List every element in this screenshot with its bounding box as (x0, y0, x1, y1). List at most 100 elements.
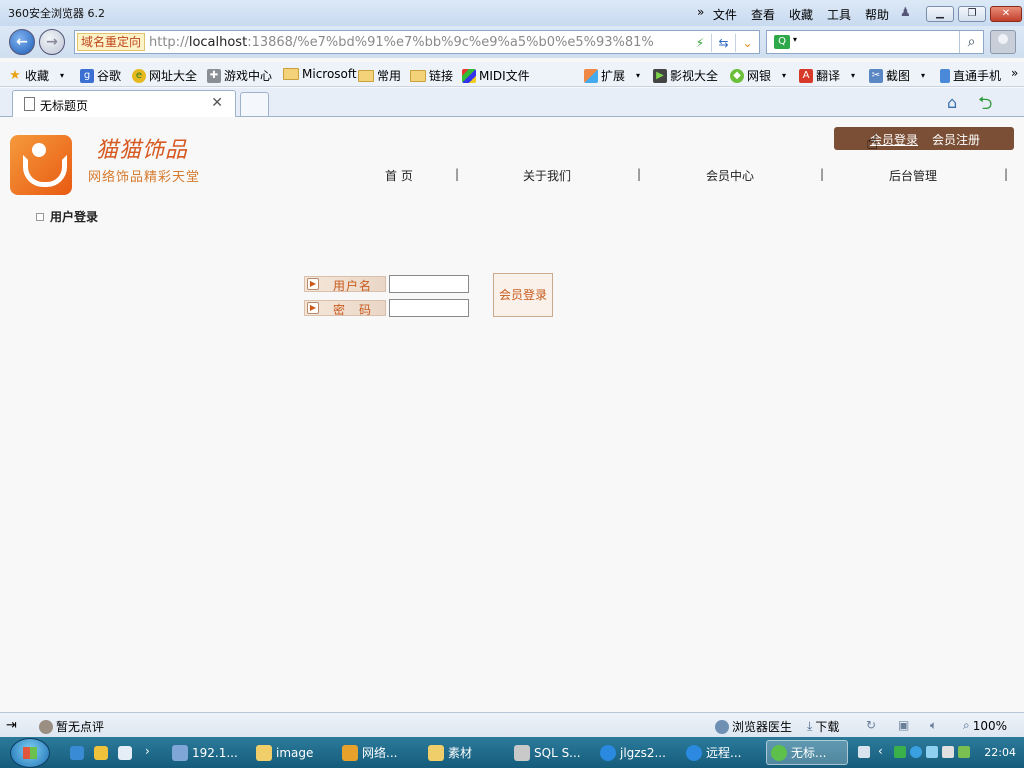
explorer-icon[interactable] (94, 746, 108, 760)
title-bar: 360安全浏览器 6.2 » 文件 查看 收藏 工具 帮助 ♟ ▁ ❐ ✕ (0, 0, 1024, 26)
keyboard-icon[interactable] (858, 746, 870, 758)
username-input[interactable] (389, 275, 469, 293)
bookmarks-overflow-icon[interactable]: » (1011, 66, 1018, 80)
password-input[interactable] (389, 299, 469, 317)
taskbar: › 192.1... image 网络... 素材 SQL S... jlgzs… (0, 737, 1024, 768)
menu-tools[interactable]: 工具 (820, 6, 858, 23)
compat-mode-icon[interactable]: ⇆ (711, 34, 735, 52)
bookmark-game-center[interactable]: ✚ 游戏中心 (207, 67, 272, 84)
url-prefix: http:// (149, 35, 189, 50)
security-icon[interactable] (894, 746, 906, 758)
menu-help[interactable]: 帮助 (858, 6, 896, 23)
search-icon[interactable]: ⌕ (959, 31, 983, 53)
task-assets-folder[interactable]: 素材 (424, 740, 506, 765)
bookmark-url-guide[interactable]: e 网址大全 (132, 67, 197, 84)
window-icon[interactable]: ▣ (898, 718, 909, 732)
back-button[interactable]: ← (9, 29, 35, 55)
clock: 22:04 (984, 746, 1016, 759)
browser-doctor[interactable]: 浏览器医生 (715, 718, 792, 735)
tab-label: 无标题页 (40, 99, 89, 113)
exit-fullscreen-icon[interactable]: ⇥ (6, 718, 17, 733)
site-rating[interactable]: 暂无点评 (39, 718, 104, 735)
menu-file[interactable]: 文件 (706, 6, 744, 23)
url-bar[interactable]: 域名重定向 http://localhost:13868/%e7%bd%91%e… (74, 30, 760, 54)
search-box[interactable]: Q ▾ ⌕ (766, 30, 984, 54)
bookmark-video[interactable]: ▶ 影视大全 (653, 67, 718, 84)
volume-icon[interactable]: 🔈︎ (930, 718, 937, 733)
bookmark-phone[interactable]: 直通手机 (940, 67, 1001, 84)
home-icon[interactable]: ⌂ (947, 93, 957, 112)
bookmark-midi-files[interactable]: MIDI文件 (462, 67, 530, 84)
engine-chevron-down-icon[interactable]: ▾ (793, 35, 797, 44)
shield-icon[interactable] (958, 746, 970, 758)
quicklaunch-overflow-icon[interactable]: › (145, 744, 150, 758)
member-login-button[interactable]: 会员登录 (493, 273, 553, 317)
minimize-button[interactable]: ▁ (926, 6, 954, 22)
tray-expand-icon[interactable]: ‹ (878, 744, 883, 758)
close-tab-icon[interactable]: ✕ (211, 95, 223, 111)
undo-arrow-icon[interactable]: ⮌ (978, 91, 992, 121)
media-icon[interactable] (118, 746, 132, 760)
menu-favorites[interactable]: 收藏 (782, 6, 820, 23)
dropdown-chevron-icon[interactable]: ⌄ (735, 34, 759, 52)
bookmark-extensions[interactable]: 扩展 ▾ (584, 67, 640, 84)
download-button[interactable]: ⤓ 下载 (807, 718, 839, 735)
restore-button[interactable]: ❐ (958, 6, 986, 22)
chevron-down-icon: ▾ (60, 71, 65, 80)
folder-icon (256, 744, 272, 761)
domain-redirect-tag[interactable]: 域名重定向 (77, 33, 146, 51)
chevron-down-icon: ▾ (851, 71, 856, 80)
bookmark-favorites[interactable]: ★ 收藏 ▾ (8, 67, 64, 84)
bookmark-online-bank[interactable]: ◆ 网银 ▾ (730, 67, 786, 84)
speed-mode-icon[interactable]: ⚡ (691, 34, 709, 52)
refresh-icon[interactable]: ↻ (866, 718, 876, 732)
bookmark-google[interactable]: g 谷歌 (80, 67, 121, 84)
video-icon: ▶ (653, 68, 667, 83)
chevron-down-icon: ▾ (636, 71, 641, 80)
nav-admin[interactable]: 后台管理 (889, 167, 937, 184)
folder-icon (410, 69, 426, 82)
new-tab-button[interactable] (240, 92, 269, 116)
tab-untitled-page[interactable]: 无标题页 ✕ (12, 90, 236, 117)
menu-overflow-icon[interactable]: » (697, 5, 704, 19)
phone-icon (940, 68, 950, 83)
bookmark-microsoft[interactable]: Microsoft (283, 67, 357, 81)
skin-shirt-icon[interactable]: ♟ (900, 5, 911, 19)
arrow-right-icon: ▶ (307, 302, 319, 314)
gamepad-icon: ✚ (207, 68, 221, 83)
task-browser-untitled[interactable]: 无标... (766, 740, 848, 765)
task-remote-desktop[interactable]: 192.1... (168, 740, 250, 765)
chevron-down-icon: ▾ (921, 71, 926, 80)
nav-member-center[interactable]: 会员中心 (706, 167, 754, 184)
section-title-text: 用户登录 (50, 210, 99, 224)
zoom-control[interactable]: ⌕ 100% (963, 718, 1007, 733)
site-logo-icon[interactable] (10, 135, 72, 195)
menu-view[interactable]: 查看 (744, 6, 782, 23)
bookmark-common[interactable]: 常用 (358, 67, 401, 84)
member-register-link[interactable]: 会员注册 (932, 131, 980, 148)
task-sql-server[interactable]: SQL S... (510, 740, 592, 765)
bookmark-screenshot[interactable]: ✂ 截图 ▾ (869, 67, 925, 84)
task-visual-studio[interactable]: 网络... (338, 740, 420, 765)
start-button[interactable] (10, 738, 50, 768)
nav-home[interactable]: 首 页 (385, 167, 413, 184)
forward-button[interactable]: → (39, 29, 65, 55)
input-method-icon[interactable] (942, 746, 954, 758)
close-window-button[interactable]: ✕ (990, 6, 1022, 22)
arrow-right-icon: → (46, 34, 58, 50)
task-image-folder[interactable]: image (252, 740, 334, 765)
url-text[interactable]: http://localhost:13868/%e7%bd%91%e7%bb%9… (149, 35, 689, 50)
bookmark-translate[interactable]: A 翻译 ▾ (799, 67, 855, 84)
doctor-icon (715, 719, 729, 734)
user-avatar[interactable] (990, 30, 1016, 54)
search-engine-icon[interactable]: Q (774, 35, 790, 49)
task-qq-chat[interactable]: jlgzs2... (596, 740, 678, 765)
nav-about-us[interactable]: 关于我们 (523, 167, 571, 184)
network-tray-icon[interactable] (926, 746, 938, 758)
network-icon (172, 744, 188, 761)
task-qq-remote[interactable]: 远程... (682, 740, 764, 765)
bookmark-links[interactable]: 链接 (410, 67, 453, 84)
qq-tray-icon[interactable] (910, 746, 922, 758)
ie-icon[interactable] (70, 746, 84, 760)
brand-slogan: 网络饰品精彩天堂 (88, 170, 201, 185)
